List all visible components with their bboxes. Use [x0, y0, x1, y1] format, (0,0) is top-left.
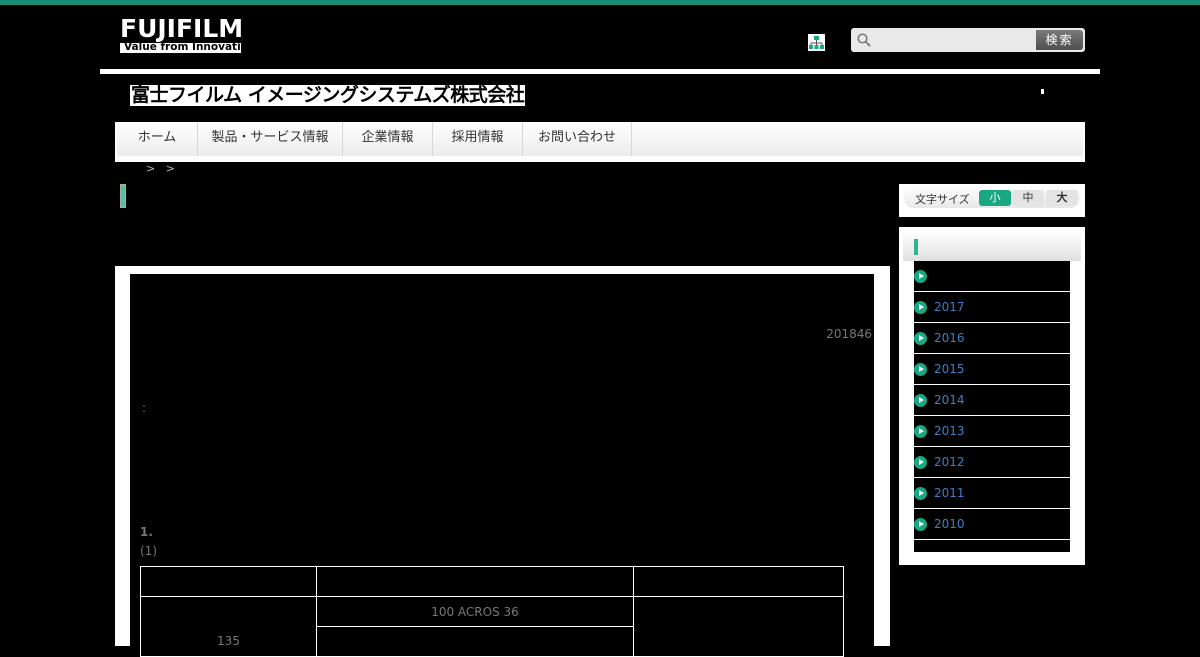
search-icon [857, 33, 871, 47]
font-size-label: 文字サイズ [915, 193, 970, 206]
table-cell [316, 626, 634, 657]
breadcrumb-separator: > [146, 162, 156, 175]
breadcrumb-separator: > [165, 162, 175, 175]
font-size-medium-button[interactable]: 中 [1012, 190, 1044, 206]
site-search: 検索 [851, 28, 1085, 52]
article-text: : [142, 401, 147, 415]
archive-item-label: 2015 [934, 362, 965, 376]
nav-contact[interactable]: お問い合わせ [523, 122, 632, 156]
arrow-right-icon [914, 332, 927, 345]
font-size-switcher: 文字サイズ 小 中 大 [899, 184, 1085, 217]
header-dot [1041, 89, 1044, 94]
archive-item-2017[interactable]: 2017 [914, 292, 1070, 323]
nav-products[interactable]: 製品・サービス情報 [198, 122, 343, 156]
table-cell: 100 ACROS 36 [316, 596, 634, 627]
table-header-cell [633, 566, 844, 597]
search-button[interactable]: 検索 [1036, 30, 1083, 50]
archive-item-current[interactable] [914, 261, 1070, 292]
archive-item-label: 2014 [934, 393, 965, 407]
font-size-small-button[interactable]: 小 [979, 190, 1011, 206]
logo-wordmark: FUJIFILM [120, 14, 244, 43]
arrow-right-icon [914, 363, 927, 376]
archive-item-label: 2016 [934, 331, 965, 345]
arrow-right-icon [914, 487, 927, 500]
article-date: 201846 [826, 327, 872, 341]
archive-item-2016[interactable]: 2016 [914, 323, 1070, 354]
archive-header [903, 231, 1081, 261]
table-cell [633, 596, 844, 657]
archive-header-marker [914, 239, 918, 255]
article-body: 201846 : 1. (1) 135 100 ACROS 36 [130, 274, 874, 657]
archive-item-label: 2011 [934, 486, 965, 500]
product-table: 135 100 ACROS 36 [140, 566, 844, 657]
arrow-right-icon [914, 518, 927, 531]
company-name[interactable]: 富士フイルム イメージングシステムズ株式会社 [130, 85, 526, 106]
arrow-right-icon [914, 270, 927, 283]
archive-item-2015[interactable]: 2015 [914, 354, 1070, 385]
table-row [140, 566, 844, 597]
article-frame: 201846 : 1. (1) 135 100 ACROS 36 [115, 266, 890, 657]
header-divider [100, 69, 1100, 74]
archive-item-2014[interactable]: 2014 [914, 385, 1070, 416]
archive-item-2010[interactable]: 2010 [914, 509, 1070, 540]
fujifilm-logo[interactable]: FUJIFILM Value from Innovation [120, 14, 255, 53]
global-nav: ホーム 製品・サービス情報 企業情報 採用情報 お問い合わせ [115, 122, 1085, 162]
arrow-right-icon [914, 394, 927, 407]
archive-item-label: 2013 [934, 424, 965, 438]
subsection-number: (1) [140, 544, 157, 558]
table-header-cell [316, 566, 634, 597]
archive-sidebar: 2017 2016 2015 2014 2013 2012 2011 2010 [899, 227, 1085, 565]
archive-item-2011[interactable]: 2011 [914, 478, 1070, 509]
archive-item-2013[interactable]: 2013 [914, 416, 1070, 447]
archive-item-label: 2012 [934, 455, 965, 469]
archive-item-label: 2017 [934, 300, 965, 314]
logo-tagline: Value from Innovation [124, 41, 256, 53]
nav-recruit[interactable]: 採用情報 [433, 122, 523, 156]
archive-list: 2017 2016 2015 2014 2013 2012 2011 2010 [914, 261, 1070, 552]
sitemap-icon[interactable] [808, 34, 825, 51]
arrow-right-icon [914, 425, 927, 438]
table-header-cell [140, 566, 317, 597]
archive-item-label: 2010 [934, 517, 965, 531]
archive-item-2012[interactable]: 2012 [914, 447, 1070, 478]
table-row: 135 100 ACROS 36 [140, 596, 844, 657]
search-input[interactable] [875, 31, 1035, 49]
table-cell: 135 [140, 596, 317, 657]
top-accent-bar [0, 0, 1200, 5]
arrow-right-icon [914, 301, 927, 314]
arrow-right-icon [914, 456, 927, 469]
breadcrumb: > > [146, 162, 175, 175]
nav-home[interactable]: ホーム [117, 122, 198, 156]
nav-company[interactable]: 企業情報 [343, 122, 433, 156]
font-size-large-button[interactable]: 大 [1046, 190, 1078, 206]
section-number: 1. [140, 525, 153, 539]
page-title-marker [120, 184, 126, 208]
